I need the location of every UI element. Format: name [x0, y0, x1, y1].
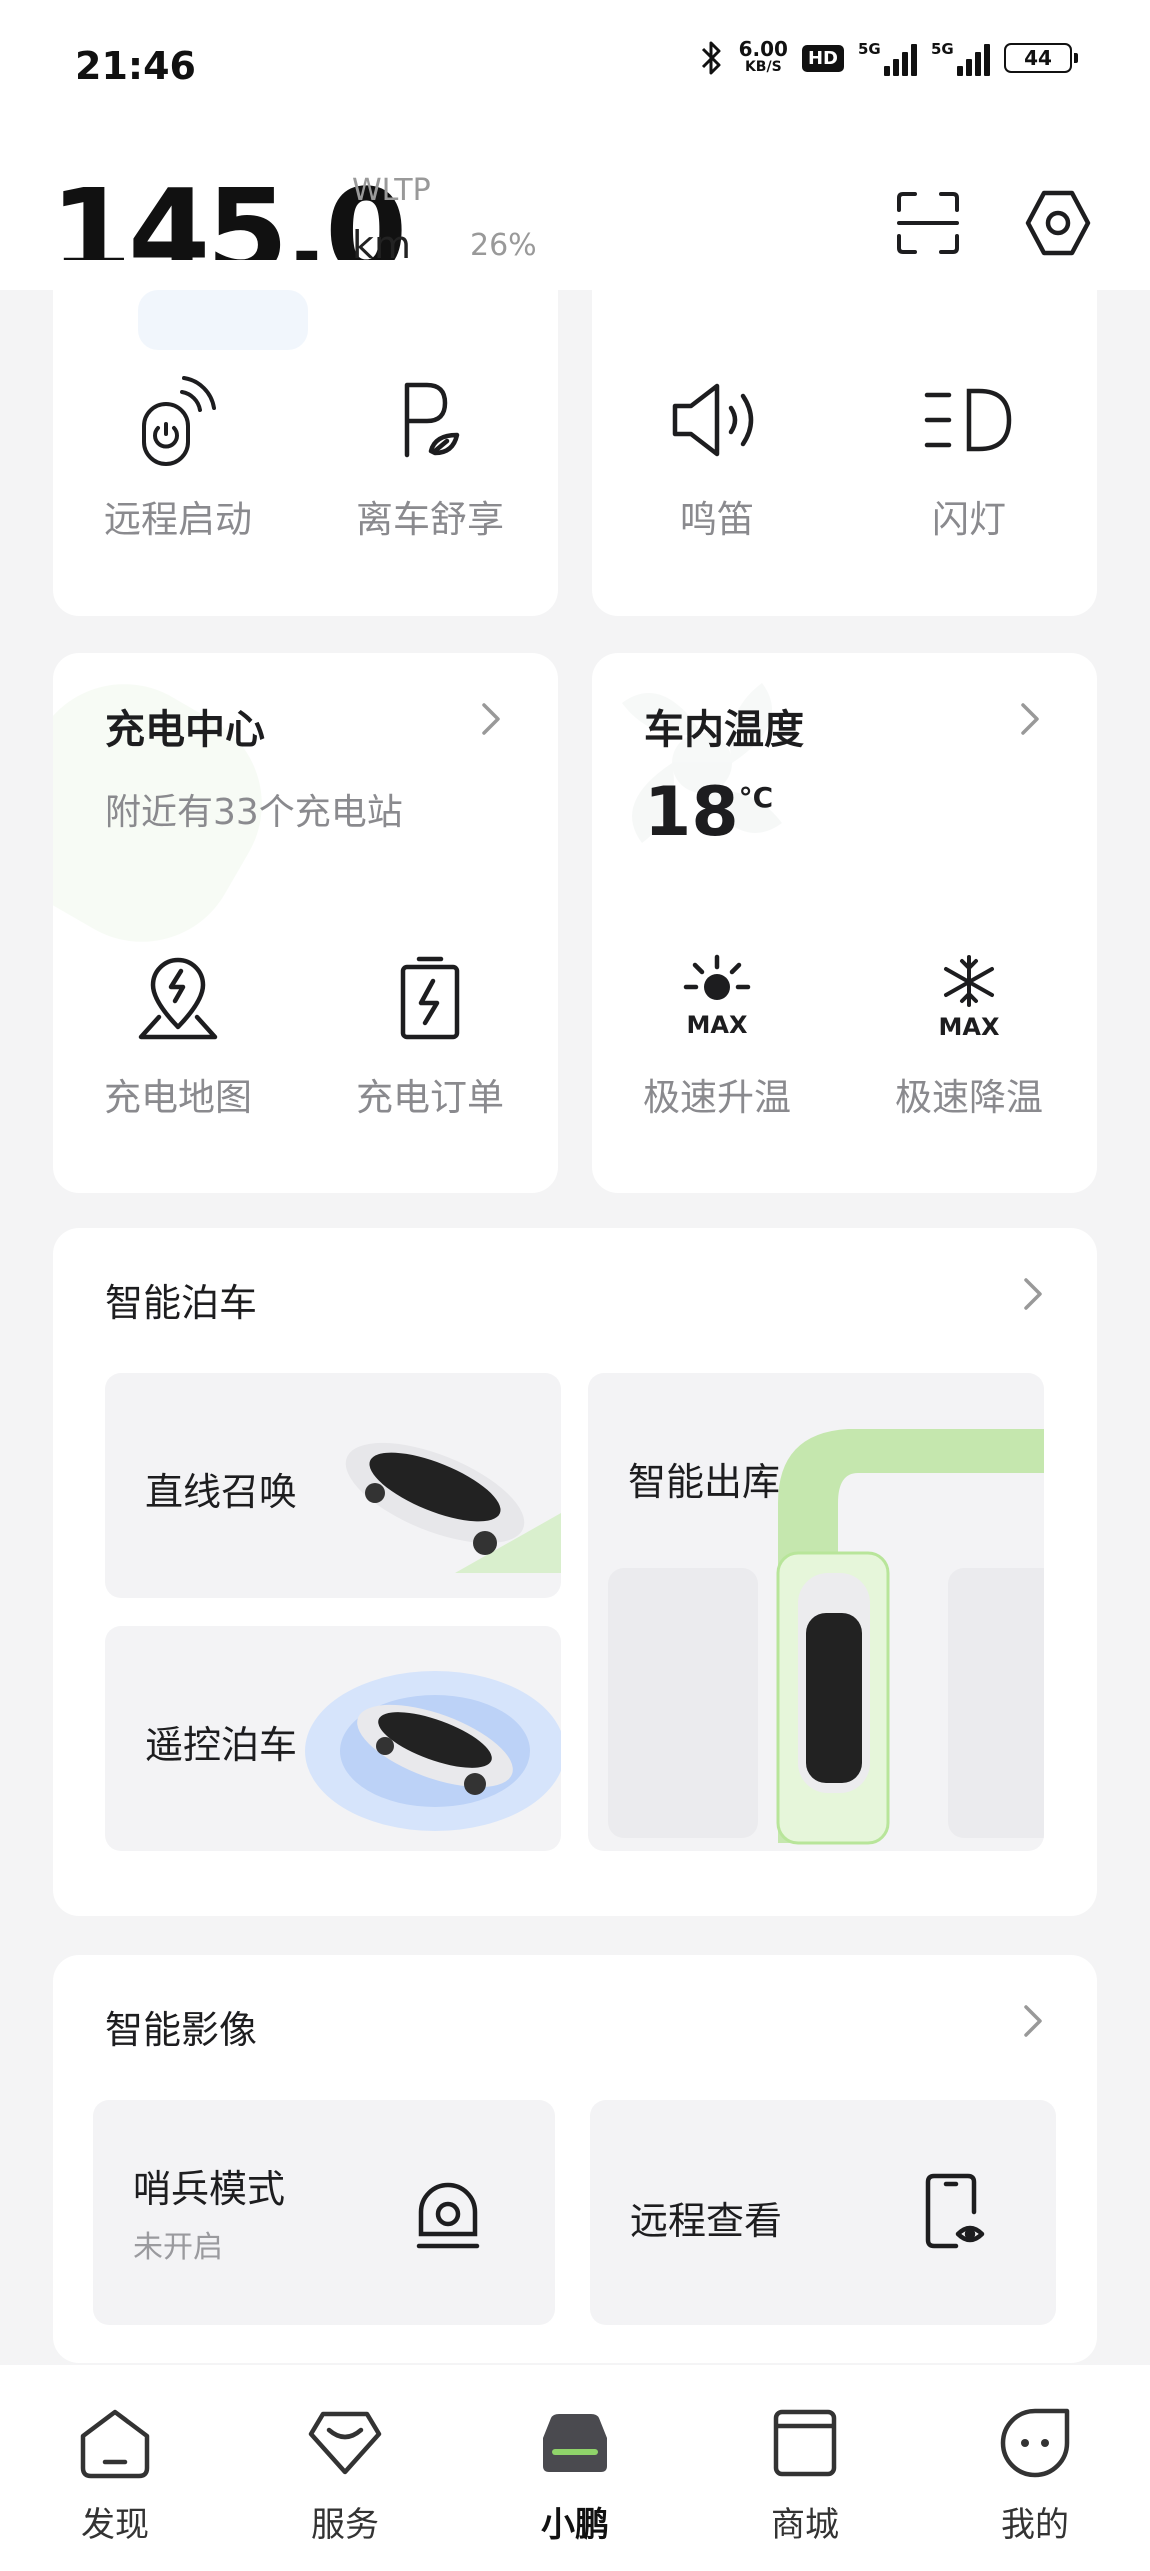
discover-icon [80, 2409, 150, 2479]
car-icon [543, 2414, 607, 2472]
tab-service[interactable]: 服务 [270, 2403, 420, 2546]
horn-icon [672, 383, 754, 457]
service-icon [308, 2411, 382, 2475]
sentry-mode-tile[interactable]: 哨兵模式 未开启 [93, 2100, 555, 2325]
car-image [305, 1671, 561, 1831]
signal-icon: 5G [858, 40, 917, 76]
horn-button[interactable]: 鸣笛 [592, 365, 842, 543]
cabin-temperature-card[interactable]: 车内温度 18°C MAX 极速升温 MAX 极速降温 [592, 653, 1097, 1193]
max-heat-button[interactable]: MAX 极速升温 [592, 943, 842, 1121]
parking-title: 智能泊车 [105, 1281, 258, 1325]
cabin-temperature: 18°C [644, 773, 774, 852]
scan-icon [897, 192, 959, 254]
charge-order-icon [400, 956, 460, 1040]
svg-text:MAX: MAX [939, 1013, 1000, 1041]
park-comfort-button[interactable]: 离车舒享 [305, 365, 555, 543]
park-comfort-icon [404, 382, 460, 458]
bluetooth-icon [701, 41, 721, 75]
sentry-camera-icon [416, 2182, 480, 2249]
scan-button[interactable] [888, 183, 968, 263]
charge-map-button[interactable]: 充电地图 [53, 943, 303, 1121]
signal-icon: 5G [931, 40, 990, 76]
decorative-shape [138, 290, 308, 350]
status-time: 21:46 [75, 44, 196, 88]
battery-icon: 44 [1004, 43, 1078, 73]
range-standard: WLTP [352, 173, 431, 208]
flash-lights-button[interactable]: 闪灯 [844, 365, 1094, 543]
mall-icon [773, 2409, 837, 2477]
tab-mall[interactable]: 商城 [730, 2403, 880, 2546]
smart-parking-card: 智能泊车 直线召唤 遥控泊车 智能出库 [53, 1228, 1097, 1916]
status-icons: 6.00 KB/S HD 5G 5G 44 [699, 37, 1078, 76]
charge-order-button[interactable]: 充电订单 [305, 943, 555, 1121]
imaging-title: 智能影像 [105, 2008, 258, 2052]
sentry-mode-status: 未开启 [133, 2230, 223, 2265]
bottom-tab-bar: 发现 服务 小鹏 商城 我的 [0, 2365, 1150, 2571]
headlight-icon [924, 388, 1012, 452]
remote-start-button[interactable]: 远程启动 [53, 365, 303, 543]
max-cool-button[interactable]: MAX 极速降温 [844, 943, 1094, 1121]
charging-center-card[interactable]: 充电中心 附近有33个充电站 充电地图 充电订单 [53, 653, 558, 1193]
quick-actions-card-left: 远程启动 离车舒享 [53, 260, 558, 616]
profile-icon [1000, 2408, 1070, 2478]
quick-actions-card-right: 鸣笛 闪灯 [592, 260, 1097, 616]
remote-view-label: 远程查看 [630, 2199, 783, 2243]
tab-xpeng[interactable]: 小鹏 [500, 2403, 650, 2546]
remote-parking-tile[interactable]: 遥控泊车 [105, 1626, 561, 1851]
settings-button[interactable] [1018, 183, 1098, 263]
charge-map-icon [138, 957, 218, 1040]
smart-exit-tile[interactable]: 智能出库 [588, 1373, 1044, 1851]
max-cool-icon: MAX [939, 955, 1000, 1041]
hd-badge: HD [801, 44, 844, 72]
remote-view-tile[interactable]: 远程查看 [590, 2100, 1056, 2325]
chevron-right-icon[interactable] [1010, 699, 1050, 739]
charging-title: 充电中心 [105, 707, 265, 753]
max-heat-icon: MAX [683, 954, 751, 1039]
chevron-right-icon[interactable] [1013, 1274, 1053, 1314]
settings-hex-icon [1025, 190, 1091, 256]
straight-summon-tile[interactable]: 直线召唤 [105, 1373, 561, 1598]
tab-discover[interactable]: 发现 [40, 2403, 190, 2546]
battery-percent: 26% [470, 228, 537, 263]
net-speed: 6.00 KB/S [738, 37, 788, 75]
status-bar: 21:46 6.00 KB/S HD 5G 5G 44 [0, 0, 1150, 135]
svg-text:MAX: MAX [687, 1011, 748, 1039]
remote-view-icon [925, 2173, 985, 2249]
remote-start-icon [142, 376, 216, 466]
sentry-mode-label: 哨兵模式 [133, 2167, 286, 2211]
smart-imaging-card: 智能影像 哨兵模式 未开启 远程查看 [53, 1955, 1097, 2363]
tab-profile[interactable]: 我的 [960, 2403, 1110, 2546]
chevron-right-icon[interactable] [471, 699, 511, 739]
car-image [345, 1442, 561, 1573]
chevron-right-icon[interactable] [1013, 2001, 1053, 2041]
nearby-stations-count: 附近有33个充电站 [105, 792, 403, 833]
parking-exit-illustration [608, 1429, 1044, 1845]
climate-title: 车内温度 [644, 707, 804, 753]
